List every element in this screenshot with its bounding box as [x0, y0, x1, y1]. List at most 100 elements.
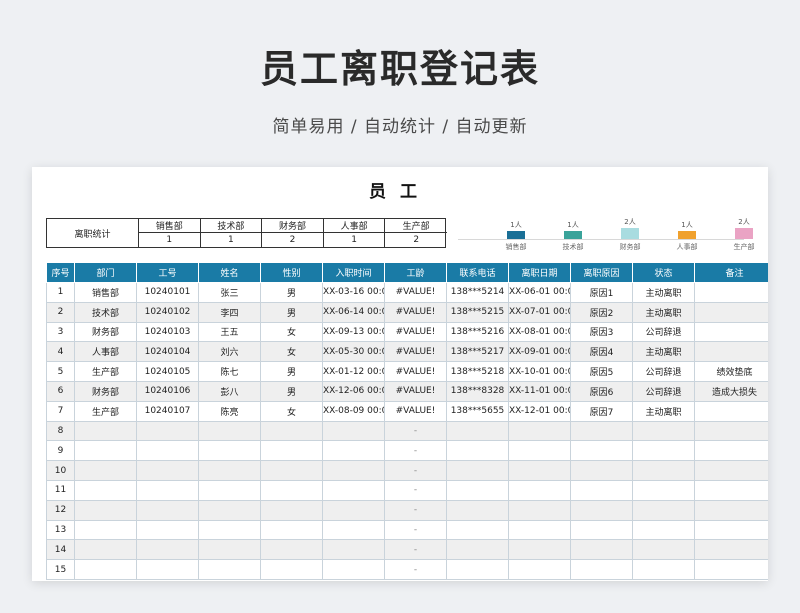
- column-header[interactable]: 联系电话: [446, 262, 509, 283]
- table-cell[interactable]: 10240104: [136, 341, 199, 363]
- table-cell[interactable]: [74, 460, 137, 481]
- table-cell[interactable]: 主动离职: [632, 341, 695, 363]
- table-cell[interactable]: [74, 559, 137, 580]
- table-cell[interactable]: [694, 460, 768, 481]
- table-cell[interactable]: [446, 539, 509, 561]
- table-cell[interactable]: [198, 559, 261, 580]
- column-header[interactable]: 离职日期: [508, 262, 571, 283]
- table-cell[interactable]: [632, 460, 695, 481]
- table-cell[interactable]: [570, 479, 633, 501]
- table-cell[interactable]: [260, 479, 323, 501]
- column-header[interactable]: 序号: [46, 262, 75, 283]
- table-cell[interactable]: XX-06-01 00:00: [508, 282, 571, 303]
- table-cell[interactable]: [694, 559, 768, 580]
- stats-cell[interactable]: 销售部 1: [139, 219, 201, 247]
- stats-cell[interactable]: 生产部 2: [385, 219, 447, 247]
- table-cell[interactable]: XX-12-01 00:00: [508, 400, 571, 422]
- table-cell[interactable]: 刘六: [198, 341, 261, 363]
- table-cell[interactable]: 张三: [198, 282, 261, 303]
- table-cell[interactable]: 主动离职: [632, 400, 695, 422]
- table-cell[interactable]: 原因6: [570, 380, 633, 402]
- table-cell[interactable]: 男: [260, 361, 323, 382]
- table-cell[interactable]: -: [384, 519, 447, 541]
- table-cell[interactable]: [446, 440, 509, 462]
- table-cell[interactable]: XX-08-09 00:00: [322, 400, 385, 422]
- table-cell[interactable]: 主动离职: [632, 301, 695, 323]
- table-cell[interactable]: 5: [46, 361, 75, 382]
- table-cell[interactable]: 公司辞退: [632, 361, 695, 382]
- table-cell[interactable]: [322, 539, 385, 561]
- table-cell[interactable]: [632, 559, 695, 580]
- table-cell[interactable]: 8: [46, 420, 75, 442]
- table-cell[interactable]: [260, 519, 323, 541]
- table-cell[interactable]: 女: [260, 400, 323, 422]
- table-cell[interactable]: [570, 420, 633, 442]
- table-cell[interactable]: 男: [260, 380, 323, 402]
- table-cell[interactable]: [136, 440, 199, 462]
- column-header[interactable]: 备注: [694, 262, 768, 283]
- table-cell[interactable]: [322, 499, 385, 521]
- table-cell[interactable]: [136, 460, 199, 481]
- table-cell[interactable]: -: [384, 539, 447, 561]
- table-cell[interactable]: XX-09-13 00:00: [322, 321, 385, 343]
- table-cell[interactable]: [508, 499, 571, 521]
- table-cell[interactable]: 陈亮: [198, 400, 261, 422]
- table-cell[interactable]: XX-05-30 00:00: [322, 341, 385, 363]
- table-cell[interactable]: 主动离职: [632, 282, 695, 303]
- table-cell[interactable]: 2: [46, 301, 75, 323]
- table-cell[interactable]: 原因7: [570, 400, 633, 422]
- table-cell[interactable]: -: [384, 499, 447, 521]
- table-cell[interactable]: [322, 420, 385, 442]
- table-cell[interactable]: [198, 539, 261, 561]
- table-cell[interactable]: [260, 420, 323, 442]
- table-cell[interactable]: 原因3: [570, 321, 633, 343]
- table-cell[interactable]: [508, 519, 571, 541]
- table-cell[interactable]: 技术部: [74, 301, 137, 323]
- table-cell[interactable]: [260, 539, 323, 561]
- table-cell[interactable]: [260, 499, 323, 521]
- table-cell[interactable]: [570, 499, 633, 521]
- table-cell[interactable]: [694, 440, 768, 462]
- table-cell[interactable]: XX-09-01 00:00: [508, 341, 571, 363]
- table-cell[interactable]: XX-12-06 00:00: [322, 380, 385, 402]
- table-cell[interactable]: [446, 479, 509, 501]
- stats-cell[interactable]: 财务部 2: [262, 219, 324, 247]
- table-cell[interactable]: #VALUE!: [384, 380, 447, 402]
- table-cell[interactable]: 彭八: [198, 380, 261, 402]
- table-cell[interactable]: 13: [46, 519, 75, 541]
- table-cell[interactable]: [694, 479, 768, 501]
- table-cell[interactable]: 李四: [198, 301, 261, 323]
- table-cell[interactable]: [632, 499, 695, 521]
- table-cell[interactable]: 1: [46, 282, 75, 303]
- table-cell[interactable]: 人事部: [74, 341, 137, 363]
- table-cell[interactable]: [198, 440, 261, 462]
- column-header[interactable]: 状态: [632, 262, 695, 283]
- table-cell[interactable]: [508, 440, 571, 462]
- table-cell[interactable]: [508, 420, 571, 442]
- table-cell[interactable]: 女: [260, 341, 323, 363]
- table-cell[interactable]: -: [384, 559, 447, 580]
- table-cell[interactable]: 公司辞退: [632, 321, 695, 343]
- table-cell[interactable]: [446, 499, 509, 521]
- table-cell[interactable]: [694, 519, 768, 541]
- column-header[interactable]: 部门: [74, 262, 137, 283]
- table-cell[interactable]: [136, 479, 199, 501]
- table-cell[interactable]: XX-11-01 00:00: [508, 380, 571, 402]
- table-cell[interactable]: [322, 440, 385, 462]
- table-cell[interactable]: 原因4: [570, 341, 633, 363]
- table-cell[interactable]: 15: [46, 559, 75, 580]
- table-cell[interactable]: [570, 559, 633, 580]
- table-cell[interactable]: 10: [46, 460, 75, 481]
- table-cell[interactable]: 男: [260, 282, 323, 303]
- column-header[interactable]: 入职时间: [322, 262, 385, 283]
- table-cell[interactable]: 138***5217: [446, 341, 509, 363]
- table-cell[interactable]: [632, 440, 695, 462]
- table-cell[interactable]: [260, 460, 323, 481]
- table-cell[interactable]: [694, 499, 768, 521]
- table-cell[interactable]: [508, 460, 571, 481]
- table-cell[interactable]: 生产部: [74, 361, 137, 382]
- table-cell[interactable]: 原因2: [570, 301, 633, 323]
- table-cell[interactable]: XX-03-16 00:00: [322, 282, 385, 303]
- table-cell[interactable]: [694, 282, 768, 303]
- table-cell[interactable]: 绩效垫底: [694, 361, 768, 382]
